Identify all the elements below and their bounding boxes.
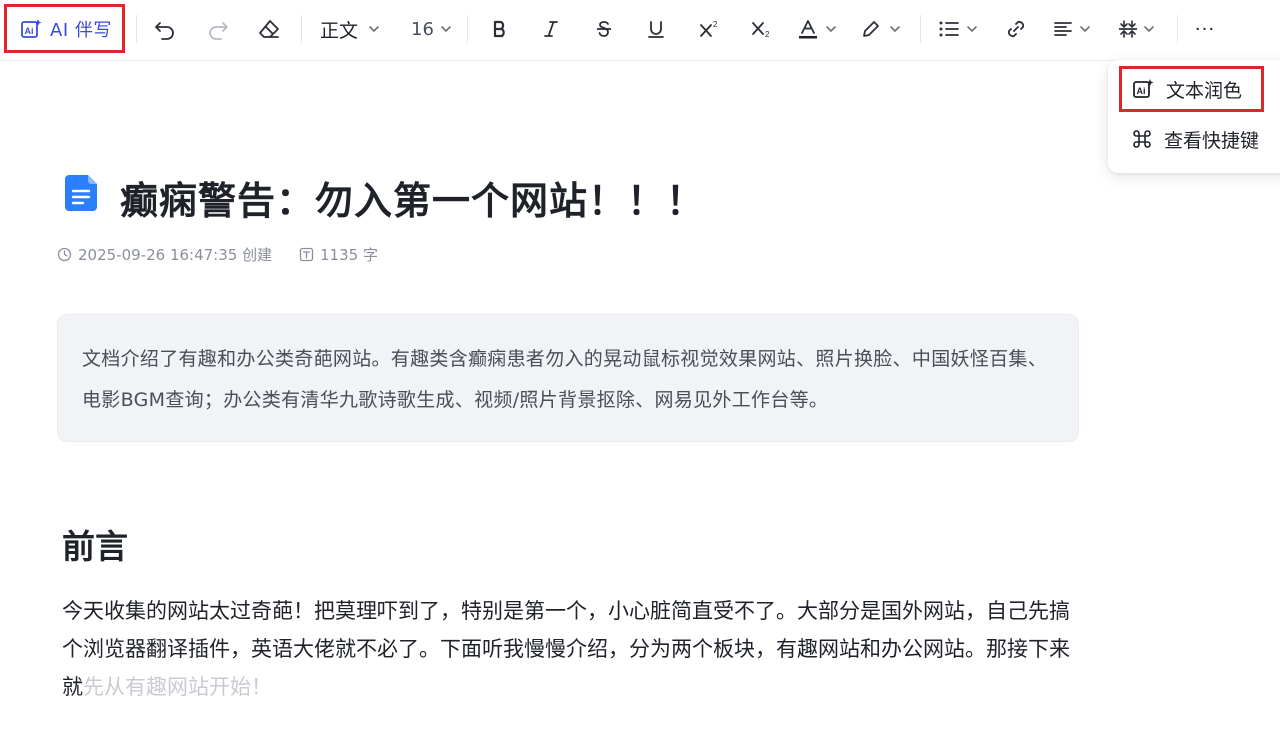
command-key-icon <box>1133 130 1151 148</box>
document-summary: 文档介绍了有趣和办公类奇葩网站。有趣类含癫痫患者勿入的晃动鼠标视觉效果网站、照片… <box>57 314 1079 442</box>
menu-item-shortcuts[interactable]: 查看快捷键 <box>1120 116 1259 162</box>
highlight-color-select[interactable] <box>861 9 905 49</box>
align-select[interactable] <box>1053 9 1099 49</box>
toolbar-divider <box>136 15 137 43</box>
toolbar-divider <box>920 15 921 43</box>
chevron-down-icon <box>1080 26 1090 33</box>
ai-sparkle-icon: Ai <box>21 18 42 38</box>
section-heading[interactable]: 前言 <box>62 520 128 568</box>
undo-icon <box>155 22 174 40</box>
toolbar-divider <box>301 15 302 43</box>
toolbar-divider <box>467 15 468 43</box>
chevron-down-icon <box>967 26 977 33</box>
eraser-icon <box>259 20 279 38</box>
font-color-select[interactable] <box>797 9 841 49</box>
chevron-down-icon <box>441 26 451 33</box>
chevron-down-icon <box>369 26 379 33</box>
word-count: 1135 字 <box>299 244 378 264</box>
list-select[interactable] <box>938 9 984 49</box>
highlighter-icon <box>863 21 879 37</box>
redo-icon <box>209 22 228 40</box>
italic-icon <box>544 21 558 37</box>
chevron-down-icon <box>1144 26 1154 33</box>
bullet-list-icon <box>939 21 959 37</box>
body-paragraph[interactable]: 今天收集的网站太过奇葩！把莫理吓到了，特别是第一个，小心脏简直受不了。大部分是国… <box>62 592 1072 706</box>
svg-text:2: 2 <box>713 20 718 29</box>
underline-button[interactable] <box>642 9 670 49</box>
text-count-icon <box>299 247 314 261</box>
ai-write-label: AI 伴写 <box>50 19 112 41</box>
ai-sparkle-icon: Ai <box>1133 79 1154 98</box>
text-style-value: 正文 <box>320 19 359 42</box>
bold-icon <box>493 20 505 38</box>
word-count-text: 1135 字 <box>320 245 378 264</box>
strikethrough-button[interactable] <box>590 9 618 49</box>
superscript-button[interactable]: 2 <box>695 9 723 49</box>
line-spacing-select[interactable] <box>1117 9 1163 49</box>
strikethrough-icon <box>597 21 611 37</box>
more-menu: Ai 文本润色 查看快捷键 <box>1108 60 1280 173</box>
more-button[interactable]: ··· <box>1190 9 1220 49</box>
font-color-icon <box>799 20 817 39</box>
undo-button[interactable] <box>150 9 180 49</box>
link-icon <box>1007 20 1025 38</box>
subscript-icon: 2 <box>752 22 770 39</box>
created-time: 2025-09-26 16:47:35 创建 <box>57 244 272 264</box>
ai-write-button[interactable]: Ai AI 伴写 <box>4 4 125 53</box>
clear-format-button[interactable] <box>254 9 284 49</box>
svg-text:Ai: Ai <box>1137 86 1146 96</box>
align-left-icon <box>1054 22 1072 36</box>
font-size-select[interactable]: 16 <box>411 9 455 49</box>
editor-toolbar: Ai AI 伴写 正文 16 2 2 ··· <box>0 0 1280 61</box>
svg-text:Ai: Ai <box>25 26 34 36</box>
line-spacing-icon <box>1119 20 1137 38</box>
more-icon: ··· <box>1194 18 1216 40</box>
svg-text:2: 2 <box>765 30 770 39</box>
menu-item-label: 文本润色 <box>1166 79 1243 102</box>
link-button[interactable] <box>1002 9 1030 49</box>
subscript-button[interactable]: 2 <box>747 9 775 49</box>
chevron-down-icon <box>826 26 836 33</box>
italic-button[interactable] <box>537 9 565 49</box>
menu-item-label: 查看快捷键 <box>1164 129 1260 152</box>
clock-icon <box>57 247 72 261</box>
text-style-select[interactable]: 正文 <box>320 9 392 49</box>
superscript-icon: 2 <box>700 20 718 37</box>
paragraph-faded-text: 先从有趣网站开始！ <box>83 675 272 699</box>
underline-icon <box>648 21 664 38</box>
document-icon <box>65 175 97 211</box>
toolbar-divider <box>1177 15 1178 43</box>
created-time-text: 2025-09-26 16:47:35 创建 <box>78 245 273 264</box>
document-title[interactable]: 癫痫警告：勿入第一个网站！！！ <box>120 170 705 225</box>
chevron-down-icon <box>890 26 900 33</box>
redo-button[interactable] <box>203 9 233 49</box>
font-size-value: 16 <box>411 18 434 40</box>
bold-button[interactable] <box>486 9 514 49</box>
menu-item-text-polish[interactable]: Ai 文本润色 <box>1119 66 1264 112</box>
